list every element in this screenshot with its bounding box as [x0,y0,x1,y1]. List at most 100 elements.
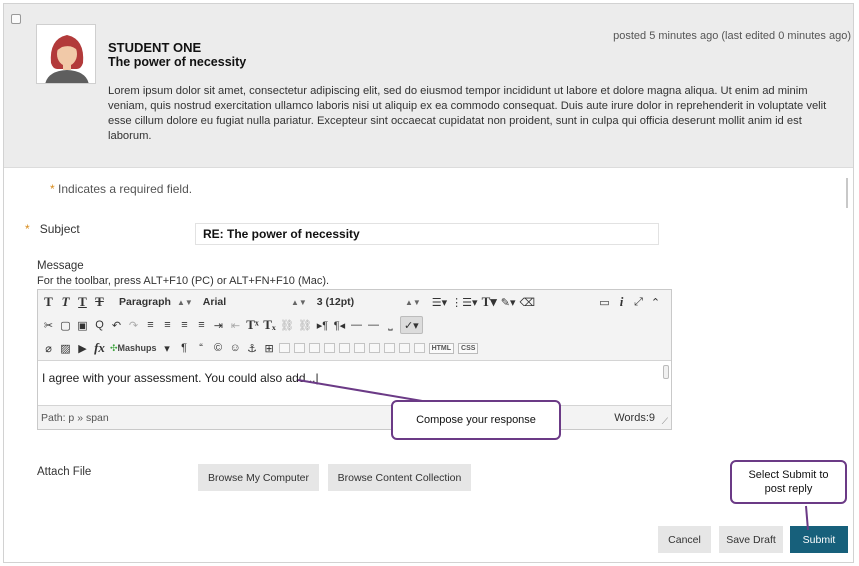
insert-row-before-icon[interactable] [308,343,320,353]
paragraph-mark-icon[interactable]: ¶ [177,339,192,357]
message-label: Message [37,260,84,272]
save-draft-button[interactable]: Save Draft [719,526,783,553]
strikethrough-icon[interactable]: T [92,293,107,311]
toolbar-right-group: ▭ i ⤢ ⌃ [597,293,671,311]
outdent-icon[interactable]: ⇤ [228,316,243,334]
collapse-toolbar-icon[interactable]: ⌃ [648,293,663,311]
table-icon[interactable]: ⊞ [262,339,277,357]
message-editor-area[interactable]: I agree with your assessment. You could … [38,360,671,406]
redo-icon[interactable]: ↷ [126,316,141,334]
subscript-icon[interactable]: Tₓ [262,316,277,334]
blockquote-icon[interactable]: “ [194,339,209,357]
user-avatar-icon [37,25,95,83]
cut-icon[interactable]: ✂ [41,316,56,334]
highlight-pen-icon[interactable]: ✎▾ [500,293,517,311]
math-formula-icon[interactable]: fx [92,339,107,357]
subject-label-text: Subject [39,222,80,236]
paragraph-select-label: Paragraph [119,296,171,308]
compose-callout: Compose your response [391,400,561,440]
media-icon[interactable]: ▶ [75,339,90,357]
resize-grip-icon[interactable]: ⟋ [662,416,668,427]
attach-file-label: Attach File [37,466,92,478]
select-arrow-icon: ▲▼ [404,297,421,307]
copy-icon[interactable]: ▢ [58,316,73,334]
browse-content-collection-button[interactable]: Browse Content Collection [328,464,471,491]
horizontal-rule-icon[interactable]: — [349,316,364,334]
mashups-menu[interactable]: ✣ Mashups [109,339,158,357]
find-icon[interactable]: Q [92,316,107,334]
post-body: Lorem ipsum dolor sit amet, consectetur … [108,85,827,142]
mashups-label: Mashups [117,343,157,353]
undo-icon[interactable]: ↶ [109,316,124,334]
copyright-icon[interactable]: © [211,339,226,357]
required-field-note: * Indicates a required field. [50,182,192,196]
delete-col-icon[interactable] [383,343,395,353]
align-left-icon[interactable]: ≡ [143,316,158,334]
bold-icon[interactable]: T [41,293,56,311]
image-icon[interactable]: ▨ [58,339,73,357]
rtl-icon[interactable]: ¶◂ [332,316,347,334]
insert-col-after-icon[interactable] [368,343,380,353]
select-arrow-icon: ▲▼ [176,297,193,307]
bullet-list-icon[interactable]: ☰▾ [431,293,448,311]
subject-label: * Subject [25,222,80,236]
size-select[interactable]: 3 (12pt) ▲▼ [317,296,421,308]
browse-my-computer-button[interactable]: Browse My Computer [198,464,319,491]
merge-cells-icon[interactable] [413,343,425,353]
size-select-label: 3 (12pt) [316,296,355,308]
toolbar-row-2: ✂ ▢ ▣ Q ↶ ↷ ≡ ≡ ≡ ≡ ⇥ ⇤ Tˣ Tₓ ⛓ ⛓ ▸¶ ¶◂ … [38,314,671,336]
anchor-icon[interactable]: ⚓ [245,339,260,357]
superscript-icon[interactable]: Tˣ [245,316,260,334]
numbered-list-icon[interactable]: ⋮☰▾ [450,293,478,311]
html-source-icon[interactable]: HTML [428,342,455,354]
fullscreen-icon[interactable]: ⤢ [631,293,646,311]
separator-line-icon[interactable]: — [366,316,381,334]
indent-icon[interactable]: ⇥ [211,316,226,334]
submit-button[interactable]: Submit [790,526,848,553]
editor-scrollbar[interactable] [663,365,669,379]
eraser-icon[interactable]: ⌫ [519,293,537,311]
insert-row-after-icon[interactable] [323,343,335,353]
italic-icon[interactable]: T [58,293,73,311]
align-right-icon[interactable]: ≡ [177,316,192,334]
unlink-icon[interactable]: ⛓ [297,316,313,334]
insert-col-before-icon[interactable] [353,343,365,353]
table-row-props-icon[interactable] [278,343,290,353]
post-title: The power of necessity [108,55,247,69]
paragraph-select[interactable]: Paragraph ▲▼ [119,296,193,308]
mashups-icon: ✣ [110,342,118,353]
select-arrow-icon: ▲▼ [290,297,307,307]
ltr-icon[interactable]: ▸¶ [315,316,330,334]
info-icon[interactable]: i [614,293,629,311]
nonbreaking-space-icon[interactable]: ⎵ [383,316,398,334]
split-cells-icon[interactable] [398,343,410,353]
align-justify-icon[interactable]: ≡ [194,316,209,334]
submit-callout: Select Submit to post reply [730,460,847,504]
editor-path: Path: p » span [41,412,109,424]
link-icon[interactable]: ⛓ [279,316,295,334]
text-cursor: | [315,371,319,385]
emoticon-icon[interactable]: ☺ [228,339,243,357]
required-star: * [25,222,30,236]
text-style-icon[interactable]: T▾ [481,293,498,311]
post-select-checkbox[interactable] [11,14,21,24]
delete-row-icon[interactable] [338,343,350,353]
css-editor-icon[interactable]: CSS [458,342,479,354]
post-timestamp: posted 5 minutes ago (last edited 0 minu… [613,30,851,42]
table-cell-props-icon[interactable] [293,343,305,353]
required-note-text: Indicates a required field. [58,182,193,196]
dropdown-arrow-icon[interactable]: ▾ [160,339,175,357]
page-scrollbar[interactable] [846,178,848,208]
spellcheck-icon[interactable]: ✓▾ [399,316,423,334]
paste-icon[interactable]: ▣ [75,316,90,334]
align-center-icon[interactable]: ≡ [160,316,175,334]
word-count: Words:9 [614,412,655,424]
message-content: I agree with your assessment. You could … [42,371,316,385]
subject-input[interactable] [195,223,659,245]
underline-icon[interactable]: T [75,293,90,311]
rich-text-editor: T T T T Paragraph ▲▼ Arial ▲▼ 3 (12pt) ▲▼ ☰… [37,289,672,430]
preview-icon[interactable]: ▭ [597,293,612,311]
attachment-icon[interactable]: ⌀ [41,339,56,357]
font-select[interactable]: Arial ▲▼ [203,296,307,308]
cancel-button[interactable]: Cancel [658,526,711,553]
